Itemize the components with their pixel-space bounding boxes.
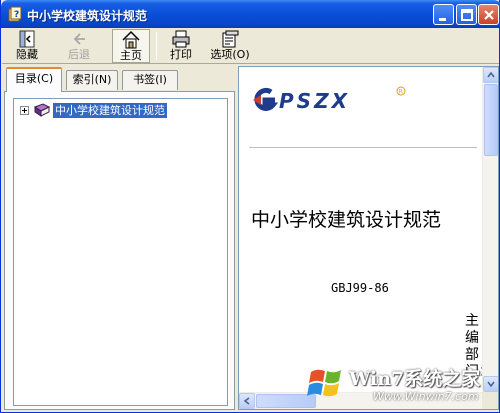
gpszx-logo: PSZX R [253, 86, 406, 113]
tab-index[interactable]: 索引(N) [66, 70, 118, 90]
tab-contents[interactable]: 目录(C) [6, 67, 62, 92]
watermark-url: Www.Winwin7.com [373, 390, 479, 403]
toolbar: 隐藏 后退 主页 打印 选项(O) [2, 28, 499, 64]
tree-item[interactable]: 中小学校建筑设计规范 [18, 102, 218, 120]
back-arrow-icon [73, 33, 85, 45]
scroll-left-button[interactable] [239, 393, 255, 409]
help-window: ? 中小学校建筑设计规范 隐藏 后退 主页 打印 选项(O) 目录(C) 索引(… [0, 0, 500, 413]
svg-text:?: ? [14, 10, 19, 20]
minimize-button[interactable] [433, 4, 454, 25]
home-icon [122, 30, 140, 49]
print-button[interactable]: 打印 [164, 29, 198, 63]
maximize-button[interactable] [456, 4, 477, 25]
vertical-scroll-thumb[interactable] [484, 84, 498, 156]
windows-logo-icon [307, 369, 341, 397]
chevron-left-icon [243, 397, 250, 405]
help-app-icon: ? [8, 6, 22, 22]
scroll-up-button[interactable] [483, 67, 498, 83]
document-title: 中小学校建筑设计规范 [251, 209, 442, 231]
options-icon [222, 30, 239, 48]
tab-panel: 中小学校建筑设计规范 [4, 91, 235, 410]
contents-tree[interactable]: 中小学校建筑设计规范 [13, 98, 228, 406]
maximize-icon [461, 9, 473, 21]
hide-icon [19, 30, 35, 48]
close-button[interactable] [478, 4, 499, 25]
document-code: GBJ99-86 [331, 281, 389, 295]
toolbar-separator [156, 32, 157, 60]
printer-icon [172, 30, 190, 48]
close-icon [484, 10, 494, 20]
book-icon [33, 103, 51, 117]
nav-tabs: 目录(C) 索引(N) 书签(I) [4, 66, 235, 92]
watermark: Win7系统之家 Www.Winwin7.com [303, 360, 499, 410]
window-title: 中小学校建筑设计规范 [27, 9, 148, 23]
minimize-icon [439, 18, 446, 21]
logo-text: PSZX [279, 89, 350, 113]
title-bar[interactable]: ? 中小学校建筑设计规范 [1, 0, 500, 28]
vertical-scrollbar[interactable] [482, 67, 498, 392]
content-pane: PSZX R 中小学校建筑设计规范 GBJ99-86 主编部门： [238, 66, 499, 410]
watermark-text: Win7系统之家 [349, 368, 481, 390]
registered-mark-icon: R [399, 89, 403, 96]
tree-item-label[interactable]: 中小学校建筑设计规范 [53, 103, 167, 118]
tab-bookmarks[interactable]: 书签(I) [122, 70, 178, 90]
document-view: PSZX R 中小学校建筑设计规范 GBJ99-86 主编部门： [239, 67, 483, 392]
expand-icon[interactable] [20, 106, 29, 115]
back-button[interactable]: 后退 [62, 29, 96, 63]
hide-button[interactable]: 隐藏 [10, 29, 44, 63]
divider [249, 147, 477, 148]
navigation-pane: 目录(C) 索引(N) 书签(I) 中小学校建筑设计规范 [4, 66, 235, 410]
home-button[interactable]: 主页 [112, 29, 150, 63]
chevron-up-icon [487, 71, 495, 78]
options-button[interactable]: 选项(O) [208, 29, 252, 63]
